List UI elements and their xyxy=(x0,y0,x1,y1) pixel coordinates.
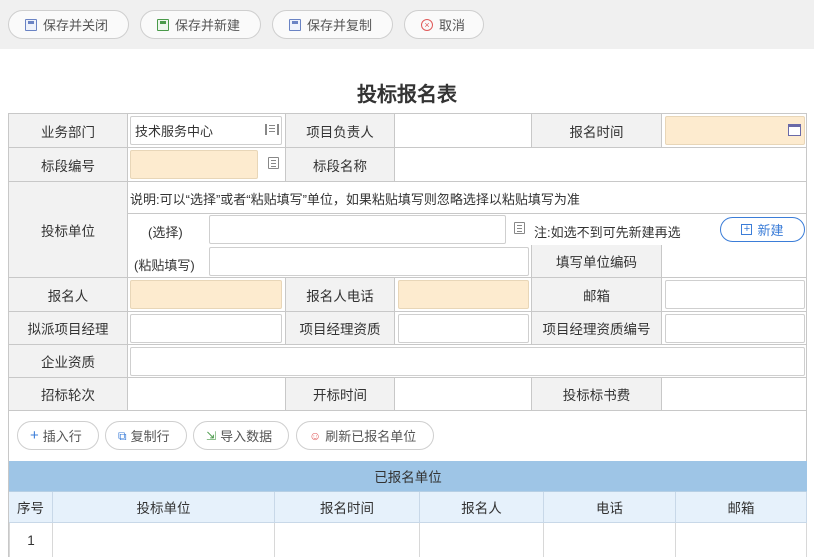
dept-value: 技术服务中心 xyxy=(135,124,214,139)
pm-qual-cell xyxy=(395,312,532,345)
pm-qual-no-input[interactable] xyxy=(665,314,805,343)
copy-row-button[interactable]: ⧉ 复制行 xyxy=(105,421,187,450)
signer-phone-input[interactable] xyxy=(398,280,529,309)
close-icon: × xyxy=(421,18,433,31)
save-copy-button[interactable]: 保存并复制 xyxy=(272,10,393,39)
row-unit-cell[interactable] xyxy=(53,523,275,557)
bid-unit-label: 投标单位 xyxy=(9,182,128,278)
col-header-no[interactable]: 序号 xyxy=(9,492,53,523)
col-header-unit[interactable]: 投标单位 xyxy=(53,492,275,523)
select-label: (选择) xyxy=(148,225,183,240)
plus-icon: + xyxy=(30,426,39,444)
open-time-cell[interactable] xyxy=(395,378,532,411)
company-qual-cell xyxy=(128,345,807,378)
save-close-label: 保存并关闭 xyxy=(43,18,109,33)
pm-cell[interactable] xyxy=(395,114,532,148)
cancel-label: 取消 xyxy=(439,18,466,33)
doc-fee-label: 投标标书费 xyxy=(532,378,662,411)
proposed-pm-input[interactable] xyxy=(130,314,282,343)
new-unit-button[interactable]: + 新建 xyxy=(720,217,805,242)
signup-time-label: 报名时间 xyxy=(532,114,662,148)
insert-row-label: 插入行 xyxy=(42,429,82,444)
row-person-cell[interactable] xyxy=(420,523,544,557)
refresh-button[interactable]: ☺ 刷新已报名单位 xyxy=(296,421,434,450)
save-copy-label: 保存并复制 xyxy=(307,18,373,33)
picker-icon[interactable] xyxy=(514,222,525,234)
copy-icon: ⧉ xyxy=(118,428,127,443)
section-name-label: 标段名称 xyxy=(286,148,395,182)
tree-select-icon[interactable] xyxy=(265,124,279,135)
proposed-pm-cell xyxy=(128,312,286,345)
doc-fee-cell[interactable] xyxy=(662,378,807,411)
row-number: 1 xyxy=(9,523,53,557)
calendar-icon[interactable] xyxy=(788,124,801,136)
signer-phone-label: 报名人电话 xyxy=(286,278,395,312)
col-header-person[interactable]: 报名人 xyxy=(420,492,544,523)
new-unit-label: 新建 xyxy=(757,223,784,238)
save-icon xyxy=(25,18,37,31)
save-new-label: 保存并新建 xyxy=(175,18,241,33)
pm-qual-input[interactable] xyxy=(398,314,529,343)
col-header-phone[interactable]: 电话 xyxy=(544,492,676,523)
bid-unit-paste-input[interactable] xyxy=(209,247,529,276)
row-phone-cell[interactable] xyxy=(544,523,676,557)
col-header-time[interactable]: 报名时间 xyxy=(275,492,420,523)
pm-qual-no-label: 项目经理资质编号 xyxy=(532,312,662,345)
round-label: 招标轮次 xyxy=(9,378,128,411)
signer-phone-cell xyxy=(395,278,532,312)
section-name-cell[interactable] xyxy=(395,148,807,182)
toolbar: 保存并关闭 保存并新建 保存并复制 × 取消 xyxy=(0,0,814,49)
section-no-input[interactable] xyxy=(130,150,258,179)
save-new-icon xyxy=(157,18,169,31)
paste-label: (粘贴填写) xyxy=(134,258,195,273)
save-new-button[interactable]: 保存并新建 xyxy=(140,10,261,39)
insert-row-button[interactable]: + 插入行 xyxy=(17,421,99,450)
dept-label: 业务部门 xyxy=(9,114,128,148)
unit-code-cell[interactable] xyxy=(662,245,807,278)
copy-row-label: 复制行 xyxy=(130,429,170,444)
signup-time-input[interactable] xyxy=(665,116,805,145)
bid-unit-select-input[interactable] xyxy=(209,215,506,244)
signer-label: 报名人 xyxy=(9,278,128,312)
section-no-label: 标段编号 xyxy=(9,148,128,182)
open-time-label: 开标时间 xyxy=(286,378,395,411)
unit-code-label: 填写单位编码 xyxy=(532,245,662,278)
signup-time-cell xyxy=(662,114,807,148)
paste-row: (粘贴填写) xyxy=(128,245,532,278)
company-qual-input[interactable] xyxy=(130,347,805,376)
proposed-pm-label: 拟派项目经理 xyxy=(9,312,128,345)
import-icon: ⇲ xyxy=(206,428,217,443)
cancel-button[interactable]: × 取消 xyxy=(404,10,484,39)
signer-cell xyxy=(128,278,286,312)
email-input[interactable] xyxy=(665,280,805,309)
pm-qual-label: 项目经理资质 xyxy=(286,312,395,345)
import-data-button[interactable]: ⇲ 导入数据 xyxy=(193,421,289,450)
round-cell[interactable] xyxy=(128,378,286,411)
select-tip: 注:如选不到可先新建再选 xyxy=(534,225,681,240)
save-copy-icon xyxy=(289,18,301,31)
dept-cell: 技术服务中心 xyxy=(128,114,286,148)
email-cell xyxy=(662,278,807,312)
bid-unit-note: 说明:可以“选择”或者“粘贴填写”单位，如果粘贴填写则忽略选择以粘贴填写为准 xyxy=(130,192,580,207)
email-label: 邮箱 xyxy=(532,278,662,312)
refresh-icon: ☺ xyxy=(309,428,322,443)
signer-input[interactable] xyxy=(130,280,282,309)
select-row: (选择) 注:如选不到可先新建再选 + 新建 xyxy=(128,214,807,245)
pm-label: 项目负责人 xyxy=(286,114,395,148)
note-cell: 说明:可以“选择”或者“粘贴填写”单位，如果粘贴填写则忽略选择以粘贴填写为准 xyxy=(128,182,807,214)
dept-input[interactable]: 技术服务中心 xyxy=(130,116,282,145)
row-time-cell[interactable] xyxy=(275,523,420,557)
save-close-button[interactable]: 保存并关闭 xyxy=(8,10,129,39)
form-title: 投标报名表 xyxy=(357,84,457,106)
grid-title: 已报名单位 xyxy=(9,461,807,492)
pm-qual-no-cell xyxy=(662,312,807,345)
refresh-label: 刷新已报名单位 xyxy=(325,429,417,444)
import-data-label: 导入数据 xyxy=(220,429,273,444)
add-icon: + xyxy=(741,224,753,235)
row-email-cell[interactable] xyxy=(676,523,807,557)
company-qual-label: 企业资质 xyxy=(9,345,128,378)
col-header-email[interactable]: 邮箱 xyxy=(676,492,807,523)
picker-icon[interactable] xyxy=(268,157,279,169)
section-no-cell xyxy=(128,148,286,182)
